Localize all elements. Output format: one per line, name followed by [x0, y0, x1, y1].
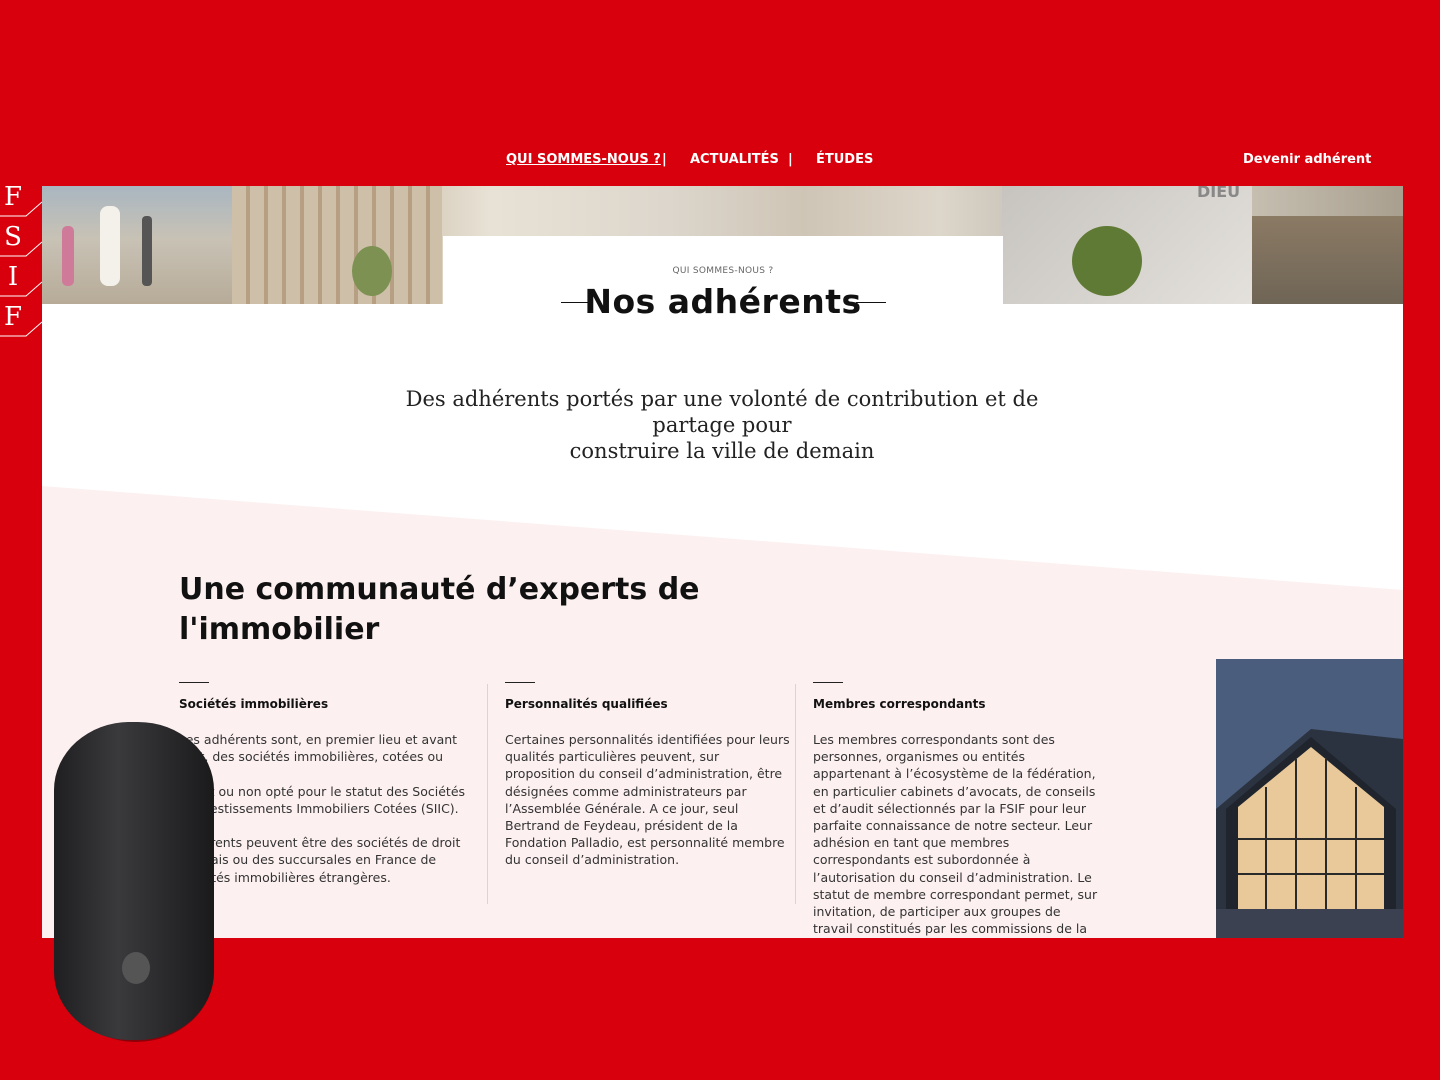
column-divider — [487, 684, 488, 904]
intro-line: Des adhérents portés par une volonté de … — [405, 387, 1039, 437]
section-title-line: Une communauté d’experts de — [179, 572, 700, 607]
building-image — [1216, 659, 1403, 938]
magic-mouse-image — [54, 722, 214, 1042]
tree — [1072, 226, 1142, 296]
column-societes-immobilieres: Sociétés immobilières Les adhérents sont… — [179, 682, 469, 886]
column-dash — [813, 682, 843, 683]
person-figure — [100, 206, 120, 286]
column-title: Membres correspondants — [813, 697, 986, 711]
column-dash — [179, 682, 209, 683]
nav-actualites[interactable]: ACTUALITÉS — [690, 152, 779, 167]
person-figure — [142, 216, 152, 286]
logo-letter: S — [4, 222, 22, 252]
logo-letter: F — [3, 182, 23, 212]
fsif-logo[interactable]: F S I F — [0, 180, 42, 340]
logo-letter: F — [3, 302, 23, 332]
column-text: Les membres correspondants sont des pers… — [813, 732, 1098, 937]
nav-etudes[interactable]: ÉTUDES — [816, 152, 873, 167]
page-title: Nos adhérents — [584, 282, 862, 321]
top-navigation: QUI SOMMES-NOUS ? | ACTUALITÉS | ÉTUDES … — [0, 152, 1440, 172]
intro-text: Des adhérents portés par une volonté de … — [362, 386, 1082, 464]
column-text: Les adhérents sont, en premier lieu et a… — [179, 732, 466, 885]
page-eyebrow: QUI SOMMES-NOUS ? — [672, 266, 774, 276]
section-title: Une communauté d’experts de l'immobilier — [179, 570, 739, 650]
intro-line: construire la ville de demain — [569, 439, 875, 463]
person-figure — [62, 226, 74, 286]
page-frame: DIEU QUI SOMMES-NOUS ? Nos adhérents Des… — [42, 186, 1403, 938]
column-text: Certaines personnalités identifiées pour… — [505, 732, 790, 868]
section-title-line: l'immobilier — [179, 612, 380, 647]
nav-separator: | — [788, 152, 793, 167]
title-rule-right — [856, 302, 886, 303]
column-divider — [795, 684, 796, 904]
column-title: Personnalités qualifiées — [505, 697, 668, 711]
devenir-adherent-link[interactable]: Devenir adhérent — [1243, 152, 1371, 167]
column-personnalites-qualifiees: Personnalités qualifiées Certaines perso… — [505, 682, 795, 869]
building-illustration — [1216, 659, 1403, 938]
building-sign: DIEU — [1197, 186, 1241, 201]
tree — [352, 246, 392, 296]
apple-logo-icon — [122, 952, 150, 984]
nav-qui-sommes-nous[interactable]: QUI SOMMES-NOUS ? — [506, 152, 661, 167]
column-title: Sociétés immobilières — [179, 697, 329, 711]
logo-letter: I — [7, 262, 19, 292]
column-membres-correspondants: Membres correspondants Les membres corre… — [813, 682, 1103, 937]
nav-separator: | — [662, 152, 667, 167]
column-dash — [505, 682, 535, 683]
